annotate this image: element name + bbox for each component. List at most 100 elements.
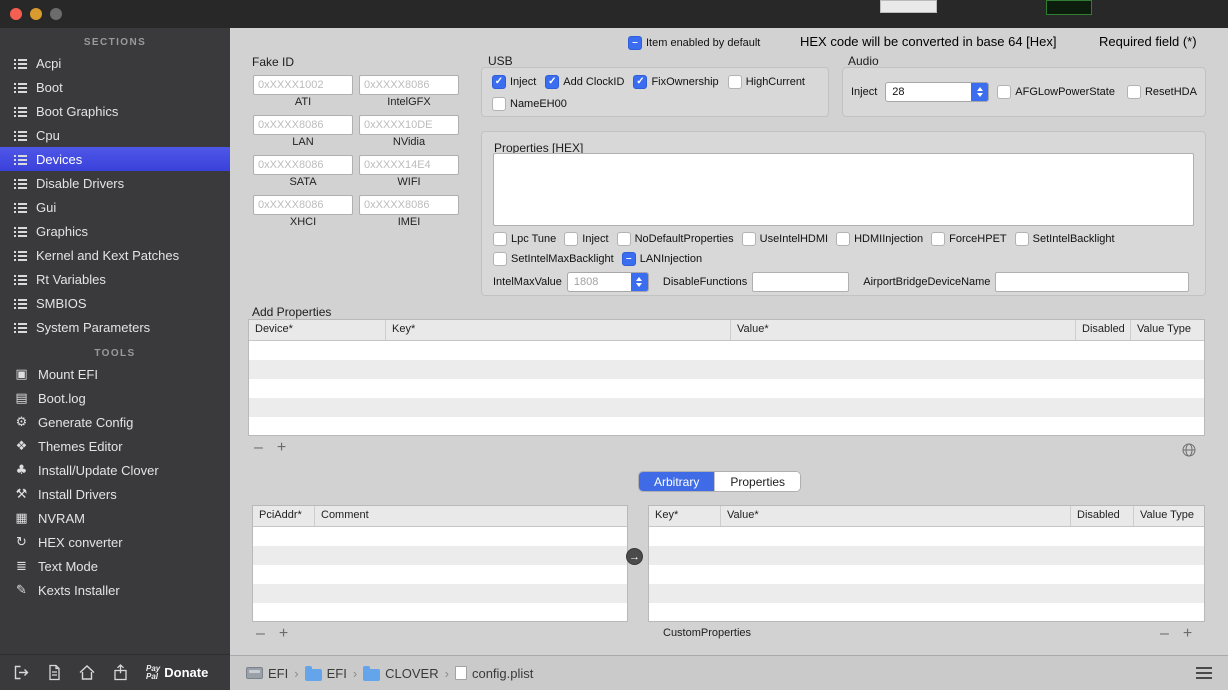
table-row[interactable] [253, 546, 627, 565]
inject-checkbox[interactable]: ✓ Inject [492, 75, 536, 89]
tab-arbitrary[interactable]: Arbitrary [639, 472, 716, 491]
globe-icon[interactable] [1182, 443, 1196, 460]
table-row[interactable] [253, 584, 627, 603]
table-row[interactable] [649, 565, 1204, 584]
column-header-value-type[interactable]: Value Type [1134, 506, 1204, 526]
fakeid-sata-input[interactable] [253, 155, 353, 175]
fakeid-ati-input[interactable] [253, 75, 353, 95]
add-row-button[interactable]: + [279, 626, 288, 642]
forcehpet-checkbox[interactable]: ForceHPET [931, 232, 1007, 246]
useintelhdmi-checkbox[interactable]: UseIntelHDMI [741, 232, 828, 246]
sidebar-item-acpi[interactable]: Acpi [0, 51, 230, 75]
column-header-key[interactable]: Key* [649, 506, 721, 526]
fixownership-checkbox[interactable]: ✓ FixOwnership [633, 75, 719, 89]
add-row-button[interactable]: + [1183, 626, 1192, 642]
sidebar-item-disable-drivers[interactable]: Disable Drivers [0, 171, 230, 195]
column-header-value[interactable]: Value* [731, 320, 1076, 340]
highcurrent-checkbox[interactable]: HighCurrent [727, 75, 805, 89]
table-row[interactable] [649, 603, 1204, 622]
minimize-button[interactable] [30, 8, 42, 20]
paypal-donate-button[interactable]: Pay Pal Donate [146, 664, 208, 681]
column-header-value[interactable]: Value* [721, 506, 1071, 526]
item-enabled-by-default-checkbox[interactable]: – Item enabled by default [628, 36, 760, 50]
breadcrumb-item-efi[interactable]: EFI [246, 666, 288, 681]
table-row[interactable] [649, 527, 1204, 546]
transfer-arrow-button[interactable]: → [626, 548, 643, 565]
disable-functions-input[interactable] [752, 272, 850, 292]
sidebar-item-devices[interactable]: Devices [0, 147, 230, 171]
fakeid-lan-input[interactable] [253, 115, 353, 135]
sidebar-tool-hex-converter[interactable]: ↻ HEX converter [0, 530, 230, 554]
column-header-disabled[interactable]: Disabled [1076, 320, 1131, 340]
table-row[interactable] [253, 603, 627, 622]
column-header-pciaddr[interactable]: PciAddr* [253, 506, 315, 526]
menu-icon[interactable] [1196, 667, 1212, 679]
column-header-device[interactable]: Device* [249, 320, 386, 340]
sidebar-item-gui[interactable]: Gui [0, 195, 230, 219]
sidebar-tool-nvram[interactable]: ▦ NVRAM [0, 506, 230, 530]
add-clockid-checkbox[interactable]: ✓ Add ClockID [545, 75, 624, 89]
fakeid-wifi-input[interactable] [359, 155, 459, 175]
table-row[interactable] [253, 527, 627, 546]
table-row[interactable] [249, 398, 1204, 417]
sidebar-item-boot[interactable]: Boot [0, 75, 230, 99]
afglowpowerstate-checkbox[interactable]: AFGLowPowerState [997, 85, 1115, 99]
share-icon[interactable] [107, 663, 133, 683]
sidebar-item-graphics[interactable]: Graphics [0, 219, 230, 243]
fakeid-imei-input[interactable] [359, 195, 459, 215]
remove-row-button[interactable]: – [1160, 626, 1169, 642]
nameeh00-checkbox[interactable]: NameEH00 [492, 97, 567, 111]
fakeid-xhci-input[interactable] [253, 195, 353, 215]
table-row[interactable] [649, 546, 1204, 565]
export-icon[interactable] [8, 663, 34, 683]
airport-bridge-device-name-input[interactable] [995, 272, 1190, 292]
hdmiinjection-checkbox[interactable]: HDMIInjection [836, 232, 923, 246]
table-row[interactable] [249, 360, 1204, 379]
tab-properties[interactable]: Properties [715, 472, 801, 491]
sidebar-tool-themes-editor[interactable]: ❖ Themes Editor [0, 434, 230, 458]
table-row[interactable] [253, 565, 627, 584]
sidebar-item-cpu[interactable]: Cpu [0, 123, 230, 147]
table-row[interactable] [649, 584, 1204, 603]
sidebar-tool-boot-log[interactable]: ▤ Boot.log [0, 386, 230, 410]
breadcrumb-item-config-plist[interactable]: config.plist [454, 666, 533, 681]
sidebar-item-kernel-and-kext-patches[interactable]: Kernel and Kext Patches [0, 243, 230, 267]
sidebar-item-boot-graphics[interactable]: Boot Graphics [0, 99, 230, 123]
resethda-checkbox[interactable]: ResetHDA [1126, 85, 1197, 99]
column-header-disabled[interactable]: Disabled [1071, 506, 1134, 526]
sidebar-tool-mount-efi[interactable]: ▣ Mount EFI [0, 362, 230, 386]
zoom-button[interactable] [50, 8, 62, 20]
intel-max-value-combobox[interactable]: 1808 [566, 272, 649, 292]
properties-hex-textarea[interactable] [493, 153, 1194, 226]
column-header-comment[interactable]: Comment [315, 506, 627, 526]
audio-inject-combobox[interactable]: 28 [885, 82, 990, 102]
inject-checkbox[interactable]: Inject [564, 232, 609, 246]
table-row[interactable] [249, 341, 1204, 360]
setintelmaxbacklight-checkbox[interactable]: SetIntelMaxBacklight [493, 252, 614, 266]
document-export-icon[interactable] [41, 663, 67, 683]
sidebar-tool-install-update-clover[interactable]: ♣ Install/Update Clover [0, 458, 230, 482]
sidebar-tool-text-mode[interactable]: ≣ Text Mode [0, 554, 230, 578]
setintelbacklight-checkbox[interactable]: SetIntelBacklight [1014, 232, 1115, 246]
breadcrumb-item-clover[interactable]: CLOVER [363, 665, 439, 681]
sidebar-item-rt-variables[interactable]: Rt Variables [0, 267, 230, 291]
column-header-key[interactable]: Key* [386, 320, 731, 340]
laninjection-checkbox[interactable]: – LANInjection [621, 252, 702, 266]
nodefaultproperties-checkbox[interactable]: NoDefaultProperties [616, 232, 734, 246]
sidebar-item-system-parameters[interactable]: System Parameters [0, 315, 230, 339]
close-button[interactable] [10, 8, 22, 20]
sidebar-tool-generate-config[interactable]: ⚙ Generate Config [0, 410, 230, 434]
fakeid-intelgfx-input[interactable] [359, 75, 459, 95]
remove-row-button[interactable]: – [256, 626, 265, 642]
sidebar-item-smbios[interactable]: SMBIOS [0, 291, 230, 315]
lpc-tune-checkbox[interactable]: Lpc Tune [493, 232, 556, 246]
home-icon[interactable] [74, 663, 100, 683]
add-row-button[interactable]: + [277, 440, 286, 456]
remove-row-button[interactable]: – [254, 440, 263, 456]
fakeid-nvidia-input[interactable] [359, 115, 459, 135]
table-row[interactable] [249, 379, 1204, 398]
breadcrumb-item-efi[interactable]: EFI [304, 665, 347, 681]
column-header-value-type[interactable]: Value Type [1131, 320, 1204, 340]
sidebar-tool-install-drivers[interactable]: ⚒ Install Drivers [0, 482, 230, 506]
table-row[interactable] [249, 417, 1204, 436]
